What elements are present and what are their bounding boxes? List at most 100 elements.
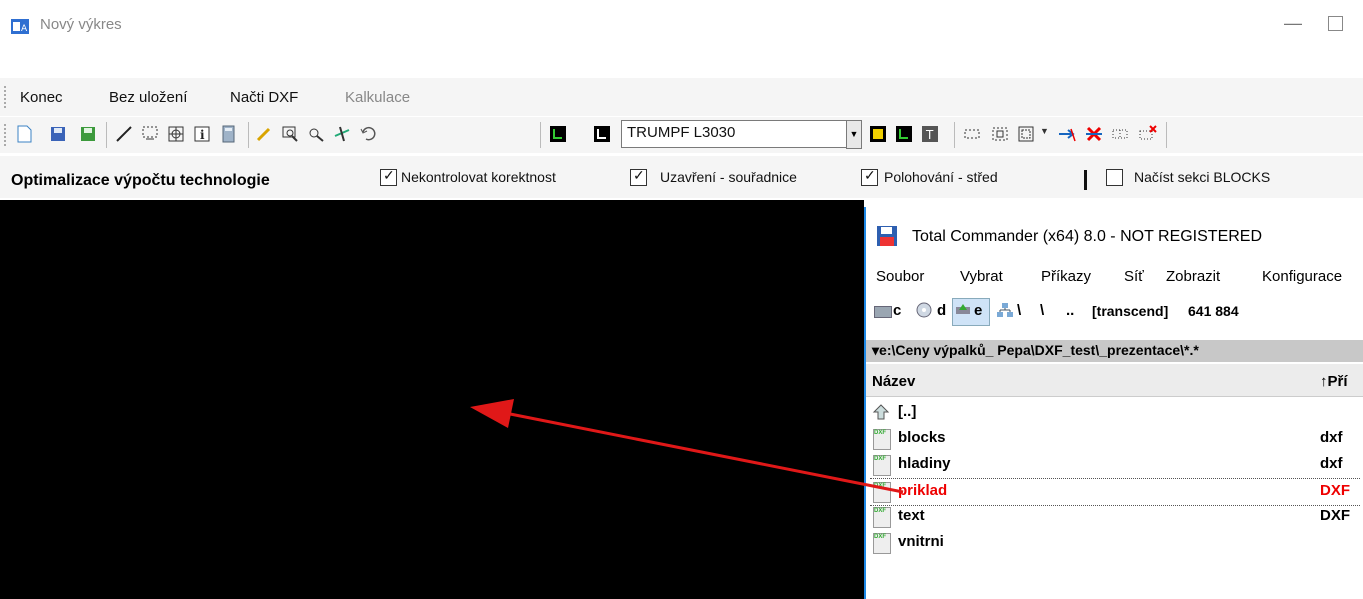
zoom-window-icon[interactable] xyxy=(280,124,300,144)
trim-icon[interactable] xyxy=(332,124,352,144)
info-icon[interactable]: i xyxy=(192,124,212,144)
menu-nacti-dxf[interactable]: Načti DXF xyxy=(230,89,298,106)
maximize-button[interactable] xyxy=(1320,8,1350,38)
layout-alt-icon[interactable] xyxy=(592,124,612,144)
toolbar-separator xyxy=(540,122,541,148)
group-icon[interactable] xyxy=(990,124,1010,144)
drive-c-label[interactable]: c xyxy=(893,302,901,319)
undo-icon[interactable] xyxy=(358,124,378,144)
dxf-file-icon: DXF xyxy=(873,455,891,476)
tc-menu-prikazy[interactable]: Příkazy xyxy=(1041,268,1091,285)
tc-menu-sit[interactable]: Síť xyxy=(1124,268,1144,285)
menu-kalkulace[interactable]: Kalkulace xyxy=(345,89,410,106)
title-bar xyxy=(0,0,1363,52)
check-icon: ✓ xyxy=(383,167,395,183)
save-icon[interactable] xyxy=(48,124,68,144)
list-item-up[interactable]: [..] xyxy=(870,400,1360,426)
free-space: 641 884 xyxy=(1188,303,1239,319)
table-row[interactable]: DXF text DXF xyxy=(870,504,1360,530)
file-name: hladiny xyxy=(898,455,951,472)
floppy-icon xyxy=(876,225,898,247)
delete-cross-icon[interactable] xyxy=(1084,124,1104,144)
toolbar-separator xyxy=(954,122,955,148)
drive-d-label[interactable]: d xyxy=(937,302,946,319)
column-ext-header[interactable]: ↑Pří xyxy=(1320,373,1348,390)
move-icon[interactable] xyxy=(1056,124,1076,144)
pencil-icon[interactable] xyxy=(254,124,274,144)
file-ext: DXF xyxy=(1320,507,1350,524)
frame-dropdown-icon[interactable]: ▼ xyxy=(1040,126,1049,136)
up-button[interactable]: .. xyxy=(1066,302,1074,319)
menu-bar xyxy=(0,78,1363,116)
network-icon[interactable] xyxy=(996,302,1014,318)
table-row[interactable]: DXF blocks dxf xyxy=(870,426,1360,452)
file-ext: dxf xyxy=(1320,455,1343,472)
svg-text:i: i xyxy=(200,128,205,142)
dashed-rect-icon[interactable] xyxy=(962,124,982,144)
chevron-down-icon[interactable]: ▼ xyxy=(846,120,862,149)
volume-label: [transcend] xyxy=(1092,303,1169,319)
drive-d-icon[interactable] xyxy=(916,302,932,318)
toolbar-grip[interactable] xyxy=(4,124,10,146)
drive-e-label: e xyxy=(974,302,983,319)
svg-text:A: A xyxy=(21,24,28,34)
maximize-icon xyxy=(1327,16,1343,31)
svg-text:T: T xyxy=(925,128,934,142)
machine-select-value: TRUMPF L3030 xyxy=(627,124,736,141)
check-icon: ✓ xyxy=(633,167,645,183)
checkbox-nacist-blocks-label: Načíst sekci BLOCKS xyxy=(1134,169,1271,185)
target-icon[interactable] xyxy=(166,124,186,144)
dotted-grid-icon[interactable] xyxy=(1110,124,1130,144)
toolbar-separator xyxy=(1166,122,1167,148)
text-tool-icon[interactable]: T xyxy=(920,124,940,144)
minimize-button[interactable]: — xyxy=(1278,8,1308,38)
table-row-selected[interactable]: DXF priklad DXF xyxy=(870,478,1360,506)
layer-green-icon[interactable] xyxy=(894,124,914,144)
drive-c-icon[interactable] xyxy=(874,306,892,318)
drive-e-icon xyxy=(955,302,971,318)
app-icon: A xyxy=(10,16,30,36)
network-label[interactable]: \ xyxy=(1017,302,1021,319)
file-name: text xyxy=(898,507,925,524)
calculator-icon[interactable] xyxy=(218,124,238,144)
menu-grip[interactable] xyxy=(4,86,10,108)
select-icon[interactable] xyxy=(140,124,160,144)
file-name: priklad xyxy=(898,482,948,499)
folder-up-icon xyxy=(872,403,890,421)
table-row[interactable]: DXF vnitrni xyxy=(870,530,1360,556)
file-ext: DXF xyxy=(1320,482,1350,499)
file-name: blocks xyxy=(898,429,946,446)
check-icon: ✓ xyxy=(864,167,876,183)
checkbox-polohovani[interactable]: ✓ xyxy=(861,167,878,186)
file-ext: dxf xyxy=(1320,429,1343,446)
menu-konec[interactable]: Konec xyxy=(20,89,63,106)
layout-icon[interactable] xyxy=(548,124,568,144)
new-file-icon[interactable] xyxy=(14,124,34,144)
checkbox-nekontrolovat[interactable]: ✓ xyxy=(380,167,397,186)
file-name: vnitrni xyxy=(898,533,944,550)
tc-menu-konfigurace[interactable]: Konfigurace xyxy=(1262,268,1342,285)
checkbox-uzavreni-label: Uzavření - souřadnice xyxy=(660,169,797,185)
tc-menu-vybrat[interactable]: Vybrat xyxy=(960,268,1003,285)
root-button[interactable]: \ xyxy=(1040,302,1044,319)
frame-icon[interactable] xyxy=(1016,124,1036,144)
layer-color-icon[interactable] xyxy=(868,124,888,144)
checkbox-uzavreni[interactable]: ✓ xyxy=(630,167,647,186)
checkbox-polohovani-label: Polohování - střed xyxy=(884,169,998,185)
save-as-icon[interactable] xyxy=(78,124,98,144)
tc-column-header xyxy=(866,364,1363,397)
tc-window-title: Total Commander (x64) 8.0 - NOT REGISTER… xyxy=(912,228,1263,245)
list-item-name: [..] xyxy=(898,403,917,420)
table-row[interactable]: DXF hladiny dxf xyxy=(870,452,1360,478)
line-icon[interactable] xyxy=(114,124,134,144)
zoom-select-icon[interactable] xyxy=(306,124,326,144)
tc-menu-zobrazit[interactable]: Zobrazit xyxy=(1166,268,1220,285)
options-divider xyxy=(1084,170,1087,190)
checkbox-nacist-blocks[interactable] xyxy=(1106,169,1123,186)
menu-bez-ulozeni[interactable]: Bez uložení xyxy=(109,89,187,106)
tc-menu-soubor[interactable]: Soubor xyxy=(876,268,924,285)
column-name-header[interactable]: Název xyxy=(872,373,915,390)
dxf-file-icon: DXF xyxy=(873,482,891,503)
drawing-canvas[interactable] xyxy=(0,200,864,599)
delete-selection-icon[interactable] xyxy=(1138,124,1158,144)
